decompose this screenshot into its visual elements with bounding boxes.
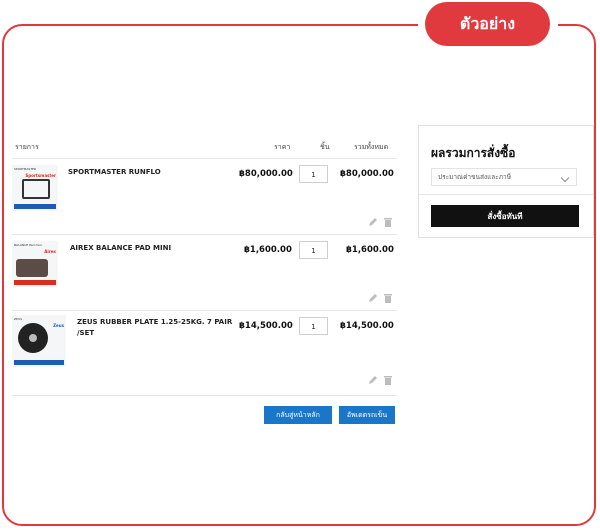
quantity-input[interactable]: 1 xyxy=(299,241,328,259)
checkout-button[interactable]: สั่งซื้อทันที xyxy=(431,205,579,227)
product-thumbnail[interactable]: BALANCE Pad mini Airex xyxy=(12,241,58,287)
row-total: ฿14,500.00 xyxy=(340,321,394,331)
product-thumbnail[interactable]: SPORTMASTER Sportsmaster xyxy=(12,165,58,211)
row-total: ฿1,600.00 xyxy=(346,245,394,255)
order-summary-panel: ผลรวมการสั่งซื้อ ประมาณค่าขนส่งและภาษี ส… xyxy=(418,125,594,238)
quantity-input[interactable]: 1 xyxy=(299,317,328,335)
header-total: รวมทั้งหมด xyxy=(354,143,389,151)
header-qty: ชิ้น xyxy=(320,143,330,151)
thumb-logo-text: Zeus xyxy=(53,323,64,328)
cart-row: SPORTMASTER Sportsmaster SPORTMASTER RUN… xyxy=(12,159,397,235)
update-cart-button[interactable]: อัพเดตรถเข็น xyxy=(339,406,395,424)
pencil-icon[interactable] xyxy=(368,293,378,303)
product-name[interactable]: AIREX BALANCE PAD MINI xyxy=(70,243,171,254)
balance-pad-image xyxy=(16,259,48,277)
example-badge: ตัวอย่าง xyxy=(425,2,550,46)
product-price: ฿80,000.00 xyxy=(239,169,293,179)
product-price: ฿14,500.00 xyxy=(239,321,293,331)
pencil-icon[interactable] xyxy=(368,375,378,385)
thumb-brand-text: SPORTMASTER xyxy=(14,167,37,171)
cart-table: รายการ ราคา ชิ้น รวมทั้งหมด SPORTMASTER … xyxy=(12,134,397,424)
product-name[interactable]: ZEUS RUBBER PLATE 1.25-25KG. 7 PAIR /SET xyxy=(77,317,232,339)
thumb-logo-text: Sportsmaster xyxy=(25,173,56,178)
shipping-tax-estimate-select[interactable]: ประมาณค่าขนส่งและภาษี xyxy=(431,168,577,186)
thumb-brand-text: ZEUS xyxy=(14,317,23,321)
thumb-logo-text: Airex xyxy=(44,249,56,254)
thumb-band xyxy=(14,360,64,365)
thumb-band xyxy=(14,280,56,285)
product-price: ฿1,600.00 xyxy=(244,245,292,255)
cart-row: ZEUS Zeus ZEUS RUBBER PLATE 1.25-25KG. 7… xyxy=(12,311,397,396)
thumb-band xyxy=(14,204,56,209)
header-price: ราคา xyxy=(274,143,291,151)
cart-header: รายการ ราคา ชิ้น รวมทั้งหมด xyxy=(12,134,397,159)
quantity-input[interactable]: 1 xyxy=(299,165,328,183)
trash-icon[interactable] xyxy=(383,375,393,385)
trash-icon[interactable] xyxy=(383,293,393,303)
select-value: ประมาณค่าขนส่งและภาษี xyxy=(438,173,511,181)
summary-divider xyxy=(419,194,593,195)
pencil-icon[interactable] xyxy=(368,217,378,227)
product-thumbnail[interactable]: ZEUS Zeus xyxy=(12,315,66,367)
product-name-line: /SET xyxy=(77,329,95,337)
treadmill-image xyxy=(22,179,50,199)
cart-row: BALANCE Pad mini Airex AIREX BALANCE PAD… xyxy=(12,235,397,311)
product-name[interactable]: SPORTMASTER RUNFLO xyxy=(68,167,161,178)
back-to-home-button[interactable]: กลับสู่หน้าหลัก xyxy=(264,406,332,424)
row-total: ฿80,000.00 xyxy=(340,169,394,179)
chevron-down-icon xyxy=(560,173,570,183)
thumb-brand-text: BALANCE Pad mini xyxy=(14,243,42,247)
trash-icon[interactable] xyxy=(383,217,393,227)
header-item: รายการ xyxy=(15,143,39,151)
rubber-plate-image xyxy=(18,323,48,353)
product-name-line: ZEUS RUBBER PLATE 1.25-25KG. 7 PAIR xyxy=(77,318,233,326)
summary-title: ผลรวมการสั่งซื้อ xyxy=(431,146,516,160)
